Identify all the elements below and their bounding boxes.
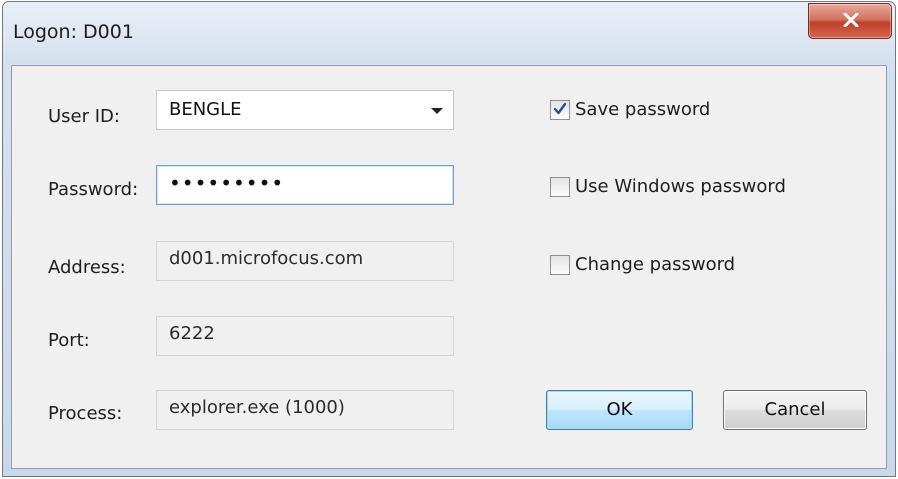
- close-icon: [843, 13, 859, 27]
- use-windows-password-box[interactable]: [550, 177, 570, 197]
- port-label: Port:: [48, 330, 90, 351]
- title-bar[interactable]: Logon: D001: [3, 2, 895, 64]
- dialog-body: User ID: BENGLE Password: ••••••••• Addr…: [11, 65, 887, 469]
- window-title: Logon: D001: [13, 21, 134, 43]
- save-password-box[interactable]: [550, 100, 570, 120]
- save-password-label[interactable]: Save password: [575, 99, 710, 121]
- cancel-button[interactable]: Cancel: [723, 390, 867, 430]
- ok-button[interactable]: OK: [546, 390, 693, 430]
- process-field: explorer.exe (1000): [156, 390, 454, 430]
- port-value: 6222: [169, 323, 215, 344]
- process-value: explorer.exe (1000): [169, 397, 345, 418]
- change-password-checkbox[interactable]: Change password: [550, 253, 820, 279]
- user-id-value: BENGLE: [169, 99, 242, 120]
- change-password-label[interactable]: Change password: [575, 254, 735, 276]
- address-value: d001.microfocus.com: [169, 248, 364, 269]
- chevron-down-icon[interactable]: [431, 108, 443, 114]
- address-field: d001.microfocus.com: [156, 241, 454, 281]
- logon-dialog: Logon: D001 User ID: BENGLE Password: ••…: [2, 1, 896, 477]
- user-id-combobox[interactable]: BENGLE: [156, 90, 454, 130]
- password-input[interactable]: •••••••••: [156, 165, 454, 205]
- address-label: Address:: [48, 257, 126, 278]
- port-field: 6222: [156, 316, 454, 356]
- change-password-box[interactable]: [550, 255, 570, 275]
- use-windows-password-label[interactable]: Use Windows password: [575, 176, 786, 198]
- checkmark-icon: [553, 102, 567, 115]
- password-label: Password:: [48, 179, 139, 200]
- use-windows-password-checkbox[interactable]: Use Windows password: [550, 175, 820, 201]
- process-label: Process:: [48, 403, 123, 424]
- password-masked-value: •••••••••: [169, 171, 285, 195]
- user-id-label: User ID:: [48, 106, 120, 127]
- close-button[interactable]: [808, 3, 892, 39]
- save-password-checkbox[interactable]: Save password: [550, 98, 820, 124]
